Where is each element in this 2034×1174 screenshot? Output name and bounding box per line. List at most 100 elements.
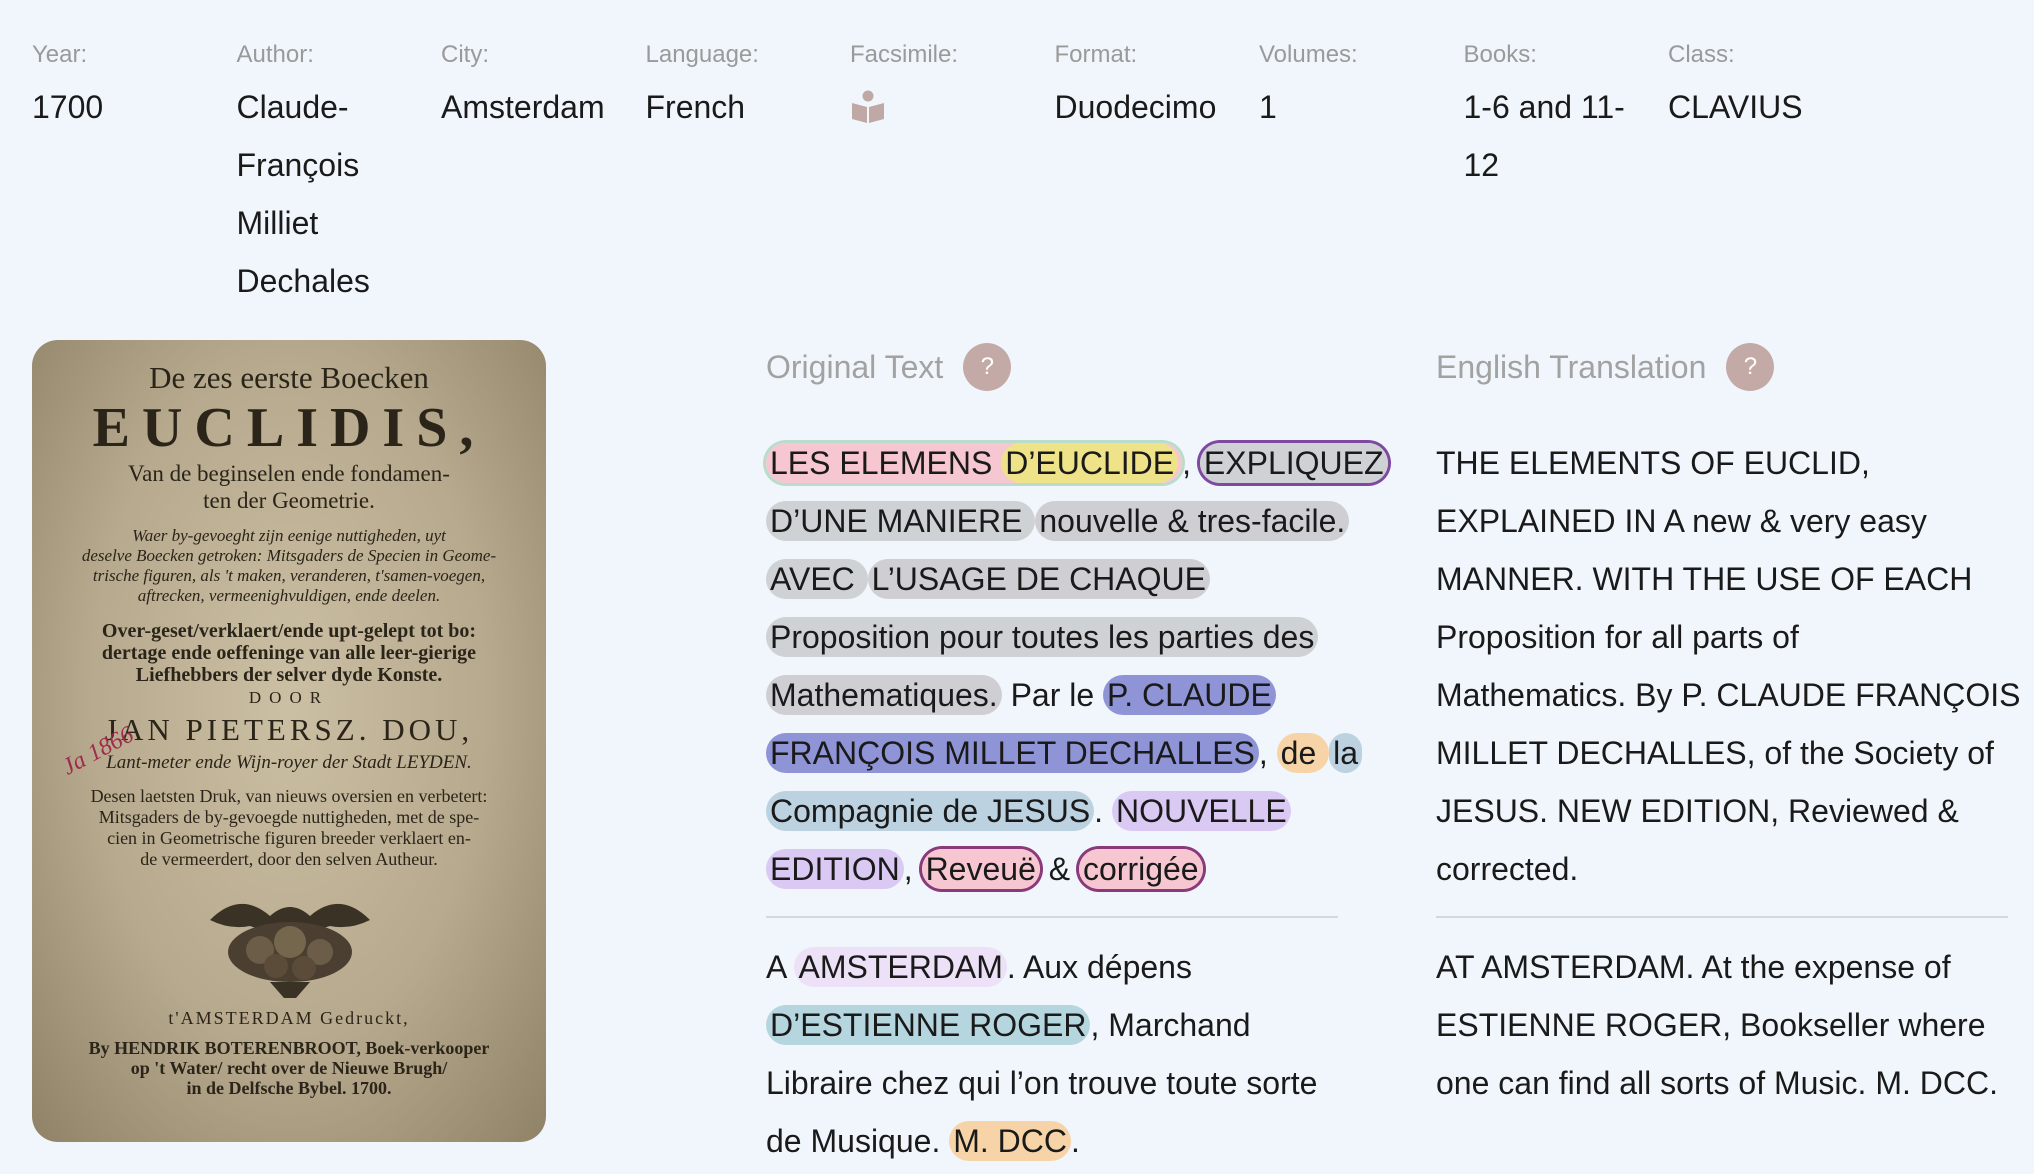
meta-language: Language: French (646, 36, 851, 310)
text-line: AT AMSTERDAM. At the expense of (1436, 949, 1951, 985)
scan-block: Van de beginselen ende fondamen- ten der… (62, 460, 516, 514)
annotation-compagnie[interactable]: Compagnie de JESUS (766, 791, 1095, 831)
scan-line: Desen laetsten Druk, van nieuws oversien… (90, 786, 488, 806)
year-value: 1700 (32, 89, 104, 125)
english-translation-panel: English Translation ? THE ELEMENTS OF EU… (1436, 340, 2021, 1112)
annotation-claude[interactable]: P. CLAUDE (1103, 675, 1276, 715)
text-line: Mathematics. By P. CLAUDE FRANÇOIS (1436, 677, 2021, 713)
text-line: D’UNE MANIERE nouvelle & tres-facile. (766, 492, 1350, 550)
scan-line: cien in Geometrische figuren breeder ver… (107, 828, 471, 848)
text-line: EDITION, Reveuë & corrigée (766, 840, 1338, 898)
city-label: City: (441, 41, 489, 68)
original-help-icon[interactable]: ? (963, 343, 1012, 391)
annotation-expliquez[interactable]: EXPLIQUEZ (1199, 443, 1388, 483)
text-line: ESTIENNE ROGER, Bookseller where (1436, 1007, 1986, 1043)
text-line: Proposition for all parts of (1436, 619, 1799, 655)
annotation-maniere[interactable]: D’UNE MANIERE (766, 501, 1036, 541)
scan-line: in de Delfsche Bybel. 1700. (186, 1078, 392, 1098)
annotation-mathematiques[interactable]: Mathematiques. (766, 675, 1002, 715)
annotation-corrigee[interactable]: corrigée (1078, 849, 1203, 889)
meta-class: Class: CLAVIUS (1668, 36, 1818, 310)
scan-line: Lant-meter ende Wijn-royer der Stadt LEY… (106, 752, 472, 773)
meta-volumes: Volumes: 1 (1259, 36, 1464, 310)
book-open-icon[interactable] (850, 90, 886, 129)
original-text-panel: Original Text ? LES ELEMENS D’EUCLIDE, E… (766, 340, 1388, 1170)
text-line: FRANÇOIS MILLET DECHALLES, de la (766, 724, 1363, 782)
text-fragment: , (903, 851, 922, 887)
text-fragment: . (1094, 793, 1112, 829)
text-fragment: . Aux dépens (1006, 949, 1192, 985)
facsimile-label: Facsimile: (850, 41, 959, 68)
annotation-la[interactable]: la (1329, 733, 1363, 773)
metadata-row: Year: 1700 Author: Claude- François Mill… (32, 36, 1818, 310)
title-page-image[interactable]: De zes eerste Boecken EUCLIDIS, Van de b… (32, 340, 546, 1142)
original-text-header: Original Text ? (766, 340, 1338, 394)
author-line: Claude- (236, 89, 349, 125)
section-divider (766, 916, 1338, 918)
annotation-edition[interactable]: EDITION (766, 849, 904, 889)
class-value: CLAVIUS (1668, 89, 1803, 125)
text-fragment: Par le (1001, 677, 1104, 713)
text-line: corrected. (1436, 851, 1579, 887)
text-fragment: & (1039, 851, 1079, 887)
section-divider (1436, 916, 2008, 918)
text-fragment: , (1182, 445, 1192, 481)
scan-line: De zes eerste Boecken (149, 360, 429, 395)
annotation-amsterdam[interactable]: AMSTERDAM (794, 947, 1007, 987)
annotation-roger[interactable]: D’ESTIENNE ROGER (766, 1005, 1091, 1045)
books-value: 1-6 and 11- 12 (1464, 78, 1669, 194)
text-fragment: , Marchand (1090, 1007, 1251, 1043)
annotation-dechalles[interactable]: FRANÇOIS MILLET DECHALLES (766, 733, 1259, 773)
scan-block: By HENDRIK BOTERENBROOT, Boek-verkooper … (68, 1038, 510, 1098)
annotation-date[interactable]: M. DCC (949, 1121, 1071, 1161)
meta-year: Year: 1700 (32, 36, 237, 310)
text-line: Libraire chez qui l’on trouve toute sort… (766, 1065, 1318, 1101)
class-label: Class: (1668, 41, 1735, 68)
english-help-icon[interactable]: ? (1726, 343, 1775, 391)
scan-block: Desen laetsten Druk, van nieuws oversien… (68, 786, 510, 870)
annotation-de[interactable]: de (1276, 733, 1330, 773)
original-imprint-block: A AMSTERDAM. Aux dépens D’ESTIENNE ROGER… (766, 938, 1338, 1170)
meta-author: Author: Claude- François Milliet Dechale… (237, 36, 442, 310)
annotation-elemens[interactable]: LES ELEMENS D’EUCLIDE (766, 443, 1183, 483)
text-line: THE ELEMENTS OF EUCLID, (1436, 445, 1870, 481)
meta-books: Books: 1-6 and 11- 12 (1464, 36, 1669, 310)
text-line: Proposition pour toutes les parties des (766, 608, 1338, 666)
author-line: François (236, 147, 360, 183)
annotation-avec[interactable]: AVEC (766, 559, 868, 599)
scan-line: dertage ende oeffeninge van alle leer-gi… (101, 642, 477, 664)
annotation-usage[interactable]: L’USAGE DE CHAQUE (867, 559, 1210, 599)
language-label: Language: (645, 41, 759, 68)
text-line: JESUS. NEW EDITION, Reviewed & (1436, 793, 1959, 829)
scan-line: Liefhebbers der selver dyde Konste. (135, 664, 443, 686)
annotation-euclide[interactable]: D’EUCLIDE (1001, 443, 1179, 483)
annotation-nouvelle[interactable]: nouvelle & tres-facile. (1035, 501, 1350, 541)
language-value: French (645, 89, 746, 125)
author-value[interactable]: Claude- François Milliet Dechales (237, 78, 442, 310)
text-line: A AMSTERDAM. Aux dépens (766, 938, 1338, 996)
text-fragment: . (1070, 1123, 1080, 1159)
english-translation-title: English Translation (1436, 348, 1707, 385)
text-line: de Musique. M. DCC. (766, 1112, 1338, 1170)
scan-line: Waer by-gevoeght zijn eenige nuttigheden… (132, 526, 446, 545)
text-line: AVEC L’USAGE DE CHAQUE (766, 550, 1338, 608)
fruit-basket-ornament-icon (200, 890, 380, 1005)
scan-line: trische figuren, als 't maken, verandere… (92, 566, 486, 585)
scan-line: ten der Geometrie. (203, 488, 375, 513)
english-title-block: THE ELEMENTS OF EUCLID, EXPLAINED IN A n… (1436, 434, 2021, 898)
scan-line: de vermeerdert, door den selven Autheur. (140, 849, 438, 869)
scan-line: EUCLIDIS, (92, 397, 486, 459)
text-fragment: , (1258, 735, 1277, 771)
scan-line: By HENDRIK BOTERENBROOT, Boek-verkooper (88, 1038, 490, 1058)
annotation-nouvelle-edition[interactable]: NOUVELLE (1111, 791, 1291, 831)
volumes-value: 1 (1259, 89, 1277, 125)
books-line: 1-6 and 11- (1463, 89, 1625, 125)
text-line: EXPLAINED IN A new & very easy (1436, 503, 1927, 539)
annotation-proposition[interactable]: Proposition pour toutes les parties des (766, 617, 1319, 657)
format-value: Duodecimo (1054, 89, 1217, 125)
scan-line: aftrecken, vermeenighvuldigen, ende deel… (137, 586, 441, 605)
scan-block: Waer by-gevoeght zijn eenige nuttigheden… (68, 526, 510, 606)
annotation-reveue[interactable]: Reveuë (921, 849, 1040, 889)
scan-line: t'AMSTERDAM Gedruckt, (168, 1008, 410, 1028)
books-line: 12 (1463, 147, 1500, 183)
